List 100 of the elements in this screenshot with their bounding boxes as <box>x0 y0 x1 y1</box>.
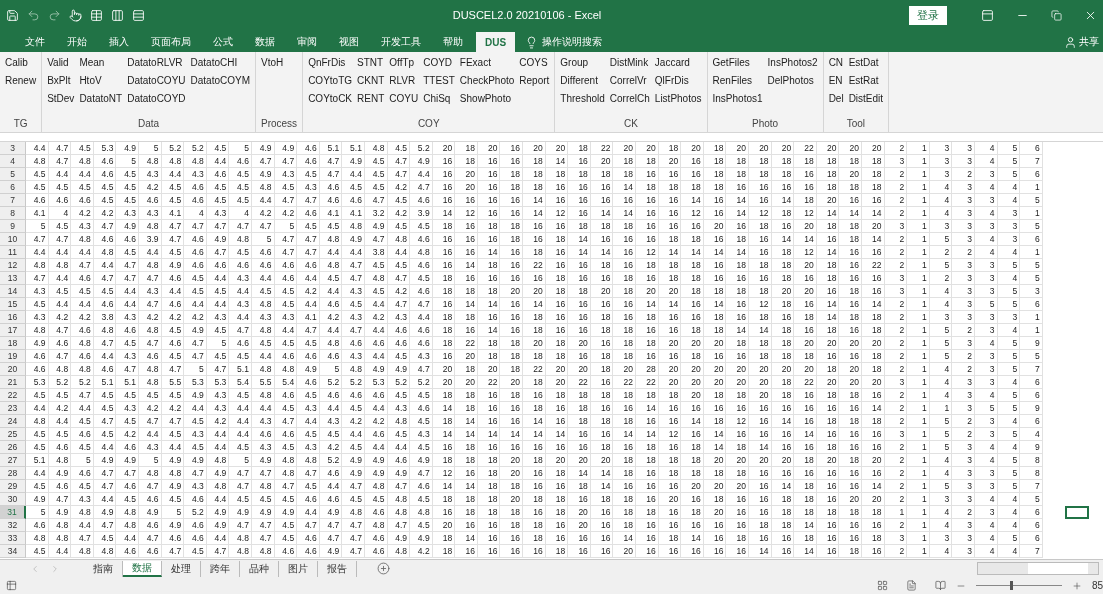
ribbon-command[interactable]: STNT <box>357 56 385 69</box>
ribbon-tab[interactable]: 公式 <box>204 32 242 52</box>
row-header[interactable]: 17 <box>0 324 26 337</box>
ribbon-tab[interactable]: 开发工具 <box>372 32 430 52</box>
ribbon-tab[interactable]: 页面布局 <box>142 32 200 52</box>
row-header[interactable]: 27 <box>0 454 26 467</box>
ribbon-command[interactable]: Threshold <box>560 92 605 105</box>
ribbon-command[interactable]: Report <box>519 74 550 87</box>
ribbon-command[interactable]: VtoH <box>261 56 284 69</box>
ribbon-command[interactable]: OffTp <box>389 56 419 69</box>
row-header[interactable]: 5 <box>0 168 26 181</box>
row-header[interactable]: 10 <box>0 233 26 246</box>
row-header[interactable]: 30 <box>0 493 26 506</box>
row-header[interactable]: 20 <box>0 363 26 376</box>
columns-icon[interactable] <box>111 8 124 22</box>
ribbon-command[interactable]: DatatoCOYD <box>127 92 186 105</box>
ribbon-tab[interactable]: 文件 <box>16 32 54 52</box>
ribbon-command[interactable]: ShowPhoto <box>459 92 515 105</box>
row-header[interactable]: 14 <box>0 285 26 298</box>
ribbon-command[interactable]: Renew <box>5 74 37 87</box>
ribbon-command[interactable]: EN <box>828 74 844 87</box>
ribbon-command[interactable]: EstDat <box>848 56 884 69</box>
row-header[interactable]: 18 <box>0 337 26 350</box>
ribbon-command[interactable]: QlFrDis <box>654 74 702 87</box>
row-header[interactable]: 11 <box>0 246 26 259</box>
ribbon-command[interactable]: Mean <box>79 56 123 69</box>
row-header[interactable]: 34 <box>0 545 26 558</box>
ribbon-command[interactable]: Del <box>828 92 844 105</box>
ribbon-command[interactable]: CorrelVr <box>609 74 650 87</box>
share-label[interactable]: 共享 <box>1079 35 1099 49</box>
row-header[interactable]: 25 <box>0 428 26 441</box>
sheet-tab[interactable]: 跨年 <box>201 560 240 577</box>
ribbon-command[interactable]: Valid <box>47 56 75 69</box>
ribbon-command[interactable]: HtoV <box>79 74 123 87</box>
restore-icon[interactable] <box>1051 9 1062 21</box>
ribbon-command[interactable]: EstRat <box>848 74 884 87</box>
search-label[interactable]: 操作说明搜索 <box>542 35 603 49</box>
ribbon-command[interactable]: ListPhotos <box>654 92 702 105</box>
row-header[interactable]: 21 <box>0 376 26 389</box>
row-header[interactable]: 28 <box>0 467 26 480</box>
ribbon-command[interactable]: ChiSq <box>423 92 455 105</box>
row-header[interactable]: 32 <box>0 519 26 532</box>
row-header[interactable]: 8 <box>0 207 26 220</box>
ribbon-command[interactable]: GetFiles <box>712 56 763 69</box>
zoom-in-icon[interactable] <box>1071 580 1082 591</box>
ribbon-command[interactable]: QnFrDis <box>308 56 353 69</box>
ribbon-display-icon[interactable] <box>981 8 994 22</box>
macro-icon[interactable] <box>6 580 17 591</box>
save-icon[interactable] <box>6 8 19 22</box>
ribbon-tab[interactable]: DUS <box>476 32 516 52</box>
add-sheet-icon[interactable] <box>377 562 390 575</box>
undo-icon[interactable] <box>27 8 40 22</box>
ribbon-command[interactable]: TTEST <box>423 74 455 87</box>
ribbon-command[interactable]: Calib <box>5 56 37 69</box>
ribbon-command[interactable]: RenFiles <box>712 74 763 87</box>
ribbon-tab[interactable]: 开始 <box>58 32 96 52</box>
ribbon-command[interactable]: InsPhotos2 <box>767 56 818 69</box>
ribbon-command[interactable]: Jaccard <box>654 56 702 69</box>
row-header[interactable]: 29 <box>0 480 26 493</box>
horizontal-scrollbar[interactable] <box>977 562 1099 575</box>
ribbon-command[interactable]: InsPhotos1 <box>712 92 763 105</box>
ribbon-command[interactable]: Group <box>560 56 605 69</box>
ribbon-command[interactable]: DelPhotos <box>767 74 818 87</box>
login-button[interactable]: 登录 <box>909 5 947 25</box>
ribbon-command[interactable]: COYtoCK <box>308 92 353 105</box>
row-header[interactable]: 15 <box>0 298 26 311</box>
normal-view-icon[interactable] <box>876 580 888 591</box>
row-header[interactable]: 19 <box>0 350 26 363</box>
row-header[interactable]: 24 <box>0 415 26 428</box>
ribbon-command[interactable]: DatatoRLVR <box>127 56 186 69</box>
person-icon[interactable] <box>1064 35 1077 49</box>
ribbon-command[interactable]: DatatoCOYM <box>190 74 250 87</box>
ribbon-command[interactable]: DatatoNT <box>79 92 123 105</box>
row-header[interactable]: 12 <box>0 259 26 272</box>
ribbon-command[interactable]: DatatoCOYU <box>127 74 186 87</box>
row-header[interactable]: 6 <box>0 181 26 194</box>
ribbon-command[interactable]: BxPlt <box>47 74 75 87</box>
ribbon-command[interactable]: RLVR <box>389 74 419 87</box>
ribbon-command[interactable]: DistMink <box>609 56 650 69</box>
sheet-tab[interactable]: 数据 <box>123 560 162 577</box>
ribbon-command[interactable]: CKNT <box>357 74 385 87</box>
ribbon-command[interactable]: RENT <box>357 92 385 105</box>
ribbon-command[interactable]: COYD <box>423 56 455 69</box>
ribbon-tab[interactable]: 视图 <box>330 32 368 52</box>
page-layout-icon[interactable] <box>905 580 917 591</box>
pointer-icon[interactable] <box>69 8 82 22</box>
row-header[interactable]: 16 <box>0 311 26 324</box>
ribbon-command[interactable]: CheckPhoto <box>459 74 515 87</box>
row-header[interactable]: 33 <box>0 532 26 545</box>
rows-icon[interactable] <box>132 8 145 22</box>
sheet-tab[interactable]: 图片 <box>279 560 318 577</box>
ribbon-command[interactable]: COYtoTG <box>308 74 353 87</box>
row-header[interactable]: 23 <box>0 402 26 415</box>
ribbon-tab[interactable]: 审阅 <box>288 32 326 52</box>
sheet-tab[interactable]: 处理 <box>162 560 201 577</box>
redo-icon[interactable] <box>48 8 61 22</box>
ribbon-command[interactable]: StDev <box>47 92 75 105</box>
ribbon-command[interactable]: FExact <box>459 56 515 69</box>
table-icon[interactable] <box>90 8 103 22</box>
row-header[interactable]: 9 <box>0 220 26 233</box>
